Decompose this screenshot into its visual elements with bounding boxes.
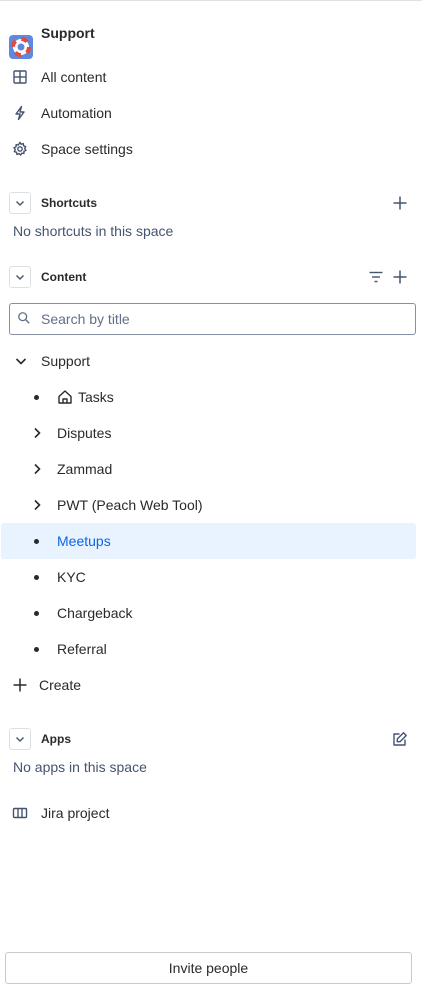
space-name: Support (41, 25, 95, 41)
board-icon (12, 805, 28, 821)
nav-item-label: Automation (41, 105, 112, 121)
bullet-icon (34, 539, 39, 544)
tree-item-label: Disputes (57, 425, 112, 441)
tree-item-label: Support (41, 353, 91, 369)
space-logo-icon (9, 35, 33, 59)
lightning-icon (12, 105, 28, 121)
add-content-icon[interactable] (392, 269, 408, 285)
apps-collapse-button[interactable] (9, 728, 31, 750)
create-label: Create (39, 677, 82, 693)
jira-project-label: Jira project (41, 805, 110, 821)
add-shortcut-icon[interactable] (392, 195, 408, 211)
nav-item-label: Space settings (41, 141, 133, 157)
tree-item-zammad[interactable]: Zammad (0, 451, 422, 487)
tree-item-disputes[interactable]: Disputes (0, 415, 422, 451)
nav-item-all-content[interactable]: All content (0, 59, 422, 95)
invite-people-button[interactable]: Invite people (5, 952, 412, 984)
content-collapse-button[interactable] (9, 266, 31, 288)
top-divider (0, 0, 422, 1)
apps-header: Apps (0, 721, 422, 757)
apps-title: Apps (41, 732, 71, 746)
tree-item-label: Meetups (57, 533, 111, 549)
shortcuts-title: Shortcuts (41, 196, 98, 210)
grid-icon (12, 69, 28, 85)
gear-icon (12, 141, 28, 157)
tree-item-label: Zammad (57, 461, 113, 477)
content-header: Content (0, 259, 422, 295)
home-icon (57, 389, 73, 405)
tree-item-label: PWT (Peach Web Tool) (57, 497, 203, 513)
content-search[interactable] (9, 303, 416, 335)
chevron-down-icon (16, 737, 24, 742)
tree-item-label: KYC (57, 569, 86, 585)
plus-icon (12, 677, 28, 693)
bullet-icon (34, 611, 39, 616)
space-header[interactable]: Support (0, 15, 422, 59)
search-icon (17, 311, 31, 325)
tree-item-meetups[interactable]: Meetups (1, 523, 416, 559)
bullet-icon (34, 575, 39, 580)
chevron-right-icon[interactable] (29, 497, 45, 513)
chevron-down-icon[interactable] (13, 353, 29, 369)
filter-icon[interactable] (368, 269, 384, 285)
create-button[interactable]: Create (0, 667, 422, 703)
tree-item-pwt[interactable]: PWT (Peach Web Tool) (0, 487, 422, 523)
tree-item-tasks[interactable]: Tasks (0, 379, 422, 415)
edit-icon[interactable] (392, 731, 408, 747)
nav-item-automation[interactable]: Automation (0, 95, 422, 131)
tree-item-kyc[interactable]: KYC (0, 559, 422, 595)
tree-item-chargeback[interactable]: Chargeback (0, 595, 422, 631)
bullet-icon (34, 395, 39, 400)
tree-item-label: Chargeback (57, 605, 133, 621)
chevron-down-icon (16, 201, 24, 206)
shortcuts-collapse-button[interactable] (9, 192, 31, 214)
content-title: Content (41, 270, 87, 284)
tree-item-label: Tasks (78, 389, 114, 405)
tree-item-referral[interactable]: Referral (0, 631, 422, 667)
tree-item-label: Referral (57, 641, 107, 657)
jira-project-item[interactable]: Jira project (0, 795, 422, 831)
search-input[interactable] (41, 304, 401, 334)
apps-empty-text: No apps in this space (13, 759, 147, 775)
nav-item-space-settings[interactable]: Space settings (0, 131, 422, 167)
shortcuts-header: Shortcuts (0, 185, 422, 221)
chevron-right-icon[interactable] (29, 461, 45, 477)
shortcuts-empty-text: No shortcuts in this space (13, 223, 174, 239)
nav-item-label: All content (41, 69, 107, 85)
chevron-down-icon (16, 275, 24, 280)
chevron-right-icon[interactable] (29, 425, 45, 441)
bullet-icon (34, 647, 39, 652)
tree-item-root[interactable]: Support (0, 343, 422, 379)
